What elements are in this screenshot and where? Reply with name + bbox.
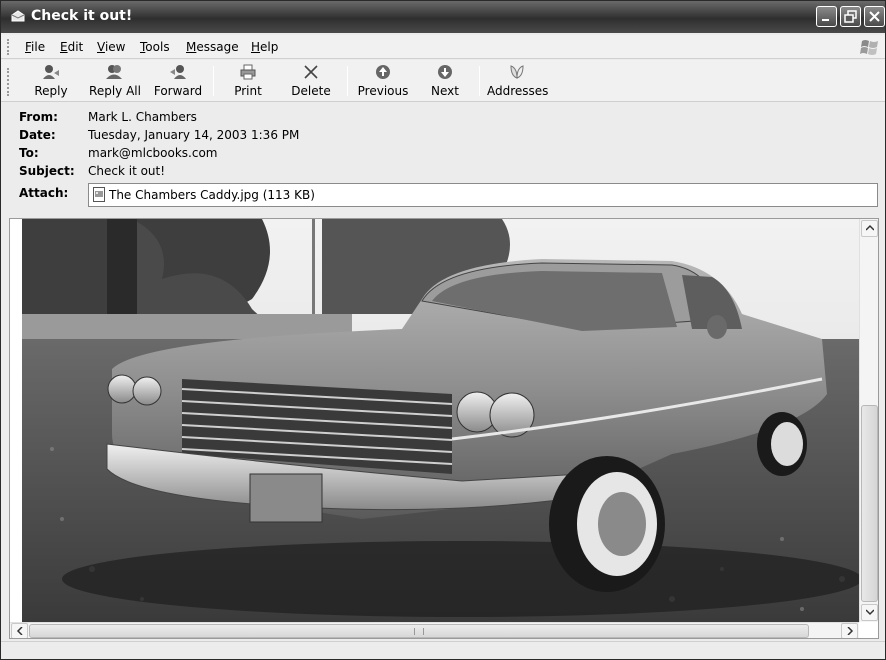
printer-icon [240, 64, 256, 80]
minimize-button[interactable] [816, 6, 837, 27]
print-button[interactable]: Print [229, 62, 267, 100]
windows-logo-icon [860, 40, 878, 55]
toolbar-separator [213, 66, 214, 96]
scroll-right-button[interactable] [841, 623, 858, 638]
date-label: Date: [19, 128, 56, 142]
forward-button[interactable]: Forward [151, 62, 205, 100]
chevron-up-icon [866, 224, 874, 231]
menu-tools[interactable]: Tools [140, 40, 170, 54]
attach-label: Attach: [19, 186, 69, 200]
to-label: To: [19, 146, 39, 160]
menu-file[interactable]: File [25, 40, 45, 54]
email-window: Check it out! File Edit View Tools Messa… [0, 0, 886, 660]
toolbar: Reply Reply All Forward Print Delete Pre… [1, 60, 885, 102]
from-value[interactable]: Mark L. Chambers [88, 110, 197, 124]
menu-bar: File Edit View Tools Message Help [1, 35, 885, 59]
to-value[interactable]: mark@mlcbooks.com [88, 146, 218, 160]
reply-icon [43, 65, 59, 79]
image-file-icon [93, 187, 105, 202]
toolbar-grip[interactable] [7, 68, 9, 96]
chevron-down-icon [866, 609, 874, 616]
reply-all-button[interactable]: Reply All [87, 62, 143, 100]
horizontal-scrollbar[interactable] [10, 622, 859, 638]
attachment-name[interactable]: The Chambers Caddy.jpg (113 KB) [109, 188, 315, 202]
previous-button[interactable]: Previous [357, 62, 409, 100]
vertical-scroll-thumb[interactable] [861, 405, 878, 602]
restore-button[interactable] [840, 6, 861, 27]
scroll-left-button[interactable] [11, 623, 28, 638]
toolbar-separator [479, 66, 480, 96]
vertical-scrollbar[interactable] [859, 219, 878, 622]
car-photo [22, 219, 867, 622]
from-label: From: [19, 110, 58, 124]
message-headers: From: Mark L. Chambers Date: Tuesday, Ja… [1, 103, 885, 217]
message-body[interactable] [9, 218, 879, 639]
up-arrow-circle-icon [376, 65, 390, 79]
subject-label: Subject: [19, 164, 75, 178]
minimize-icon [822, 19, 829, 21]
window-title: Check it out! [31, 8, 133, 24]
delete-x-icon [304, 65, 318, 79]
menu-grip[interactable] [7, 39, 9, 55]
delete-button[interactable]: Delete [289, 62, 333, 100]
menu-help[interactable]: Help [251, 40, 278, 54]
toolbar-separator [347, 66, 348, 96]
scroll-down-button[interactable] [861, 604, 878, 621]
attach-row: Attach: The Chambers Caddy.jpg (113 KB) [19, 183, 879, 207]
date-value: Tuesday, January 14, 2003 1:36 PM [88, 128, 300, 142]
address-book-icon [510, 65, 524, 79]
close-button[interactable] [864, 6, 885, 27]
addresses-button[interactable]: Addresses [487, 62, 548, 100]
next-button[interactable]: Next [425, 62, 465, 100]
reply-all-icon [106, 65, 122, 79]
title-bar[interactable]: Check it out! [1, 1, 885, 33]
scroll-grip [414, 628, 424, 635]
envelope-icon [11, 10, 25, 22]
horizontal-scroll-thumb[interactable] [29, 624, 809, 638]
menu-view[interactable]: View [97, 40, 125, 54]
attachment-field[interactable]: The Chambers Caddy.jpg (113 KB) [88, 183, 878, 207]
subject-value: Check it out! [88, 164, 166, 178]
restore-icon [844, 10, 857, 23]
forward-icon [170, 65, 186, 79]
scroll-up-button[interactable] [861, 220, 878, 237]
down-arrow-circle-icon [438, 65, 452, 79]
close-icon [869, 11, 880, 22]
chevron-left-icon [16, 627, 23, 635]
chevron-right-icon [847, 627, 854, 635]
menu-message[interactable]: Message [186, 40, 239, 54]
reply-button[interactable]: Reply [31, 62, 71, 100]
menu-edit[interactable]: Edit [60, 40, 83, 54]
status-bar [1, 641, 885, 659]
